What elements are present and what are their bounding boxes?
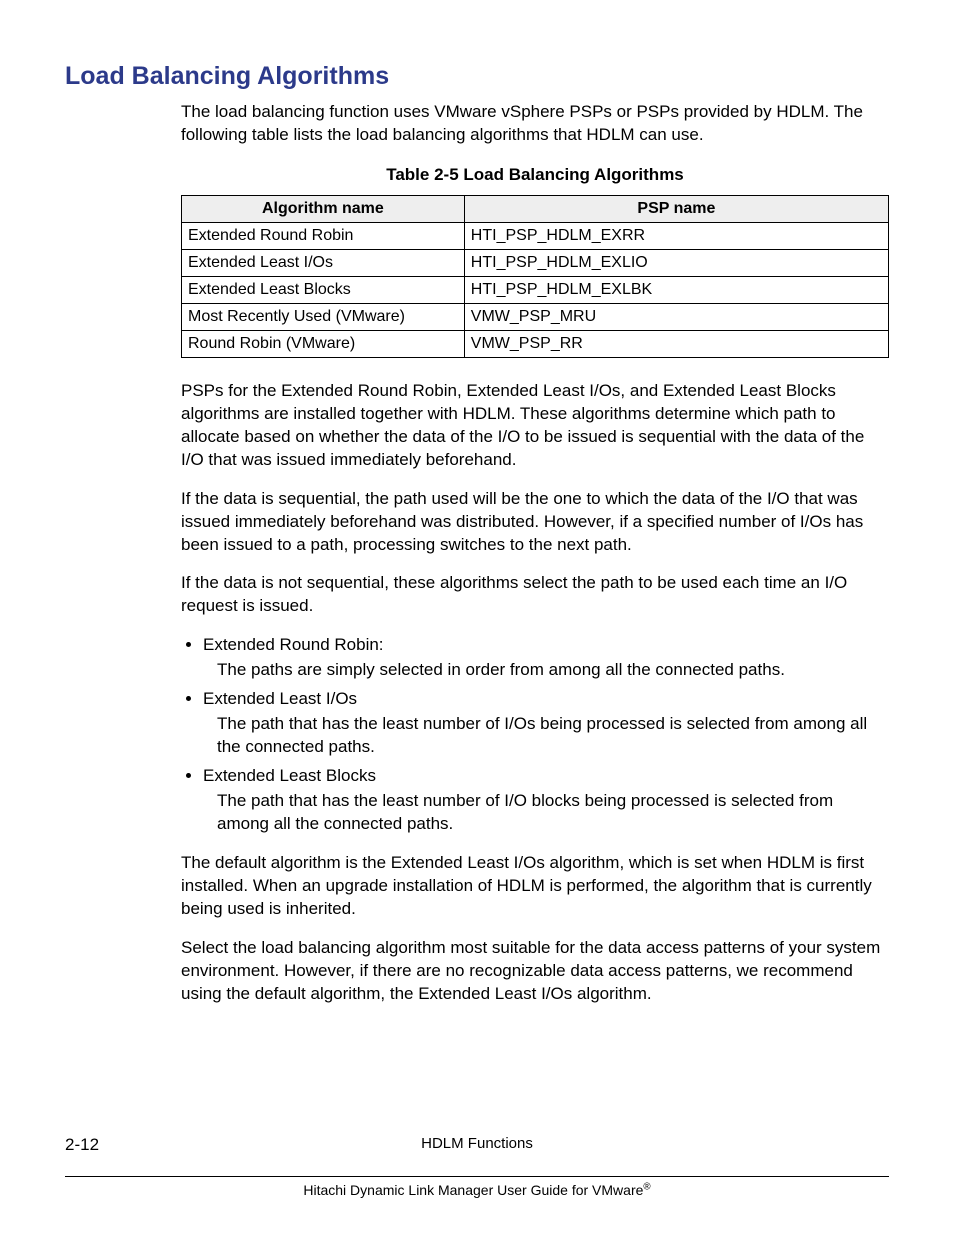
paragraph: If the data is sequential, the path used… [181,488,889,557]
list-item-title: Extended Round Robin: [203,634,889,657]
list-item-body: The path that has the least number of I/… [217,713,889,759]
table-row: Most Recently Used (VMware) VMW_PSP_MRU [182,303,889,330]
book-title: Hitachi Dynamic Link Manager User Guide … [303,1182,650,1198]
page-number: 2-12 [65,1135,99,1155]
table-cell: HTI_PSP_HDLM_EXLBK [464,276,888,303]
algorithm-bullet-list: Extended Round Robin: The paths are simp… [181,634,889,836]
chapter-title: HDLM Functions [421,1135,533,1152]
table-header-algorithm: Algorithm name [182,195,465,222]
table-cell: Extended Least I/Os [182,249,465,276]
list-item: Extended Round Robin: The paths are simp… [203,634,889,682]
table-row: Round Robin (VMware) VMW_PSP_RR [182,330,889,357]
paragraph: Select the load balancing algorithm most… [181,937,889,1006]
section-heading: Load Balancing Algorithms [65,62,889,91]
list-item: Extended Least Blocks The path that has … [203,765,889,836]
list-item: Extended Least I/Os The path that has th… [203,688,889,759]
algorithm-table: Algorithm name PSP name Extended Round R… [181,195,889,358]
page-footer: 2-12 HDLM Functions Hitachi Dynamic Link… [65,1159,889,1199]
table-cell: VMW_PSP_RR [464,330,888,357]
list-item-body: The paths are simply selected in order f… [217,659,889,682]
table-row: Extended Round Robin HTI_PSP_HDLM_EXRR [182,222,889,249]
table-cell: VMW_PSP_MRU [464,303,888,330]
table-row: Extended Least I/Os HTI_PSP_HDLM_EXLIO [182,249,889,276]
list-item-title: Extended Least I/Os [203,688,889,711]
table-cell: HTI_PSP_HDLM_EXRR [464,222,888,249]
table-header-psp: PSP name [464,195,888,222]
paragraph: PSPs for the Extended Round Robin, Exten… [181,380,889,472]
paragraph: If the data is not sequential, these alg… [181,572,889,618]
list-item-title: Extended Least Blocks [203,765,889,788]
table-caption: Table 2-5 Load Balancing Algorithms [181,165,889,185]
table-row: Extended Least Blocks HTI_PSP_HDLM_EXLBK [182,276,889,303]
table-cell: HTI_PSP_HDLM_EXLIO [464,249,888,276]
paragraph: The default algorithm is the Extended Le… [181,852,889,921]
table-cell: Most Recently Used (VMware) [182,303,465,330]
list-item-body: The path that has the least number of I/… [217,790,889,836]
table-cell: Extended Round Robin [182,222,465,249]
table-cell: Extended Least Blocks [182,276,465,303]
intro-paragraph: The load balancing function uses VMware … [181,101,889,147]
table-cell: Round Robin (VMware) [182,330,465,357]
